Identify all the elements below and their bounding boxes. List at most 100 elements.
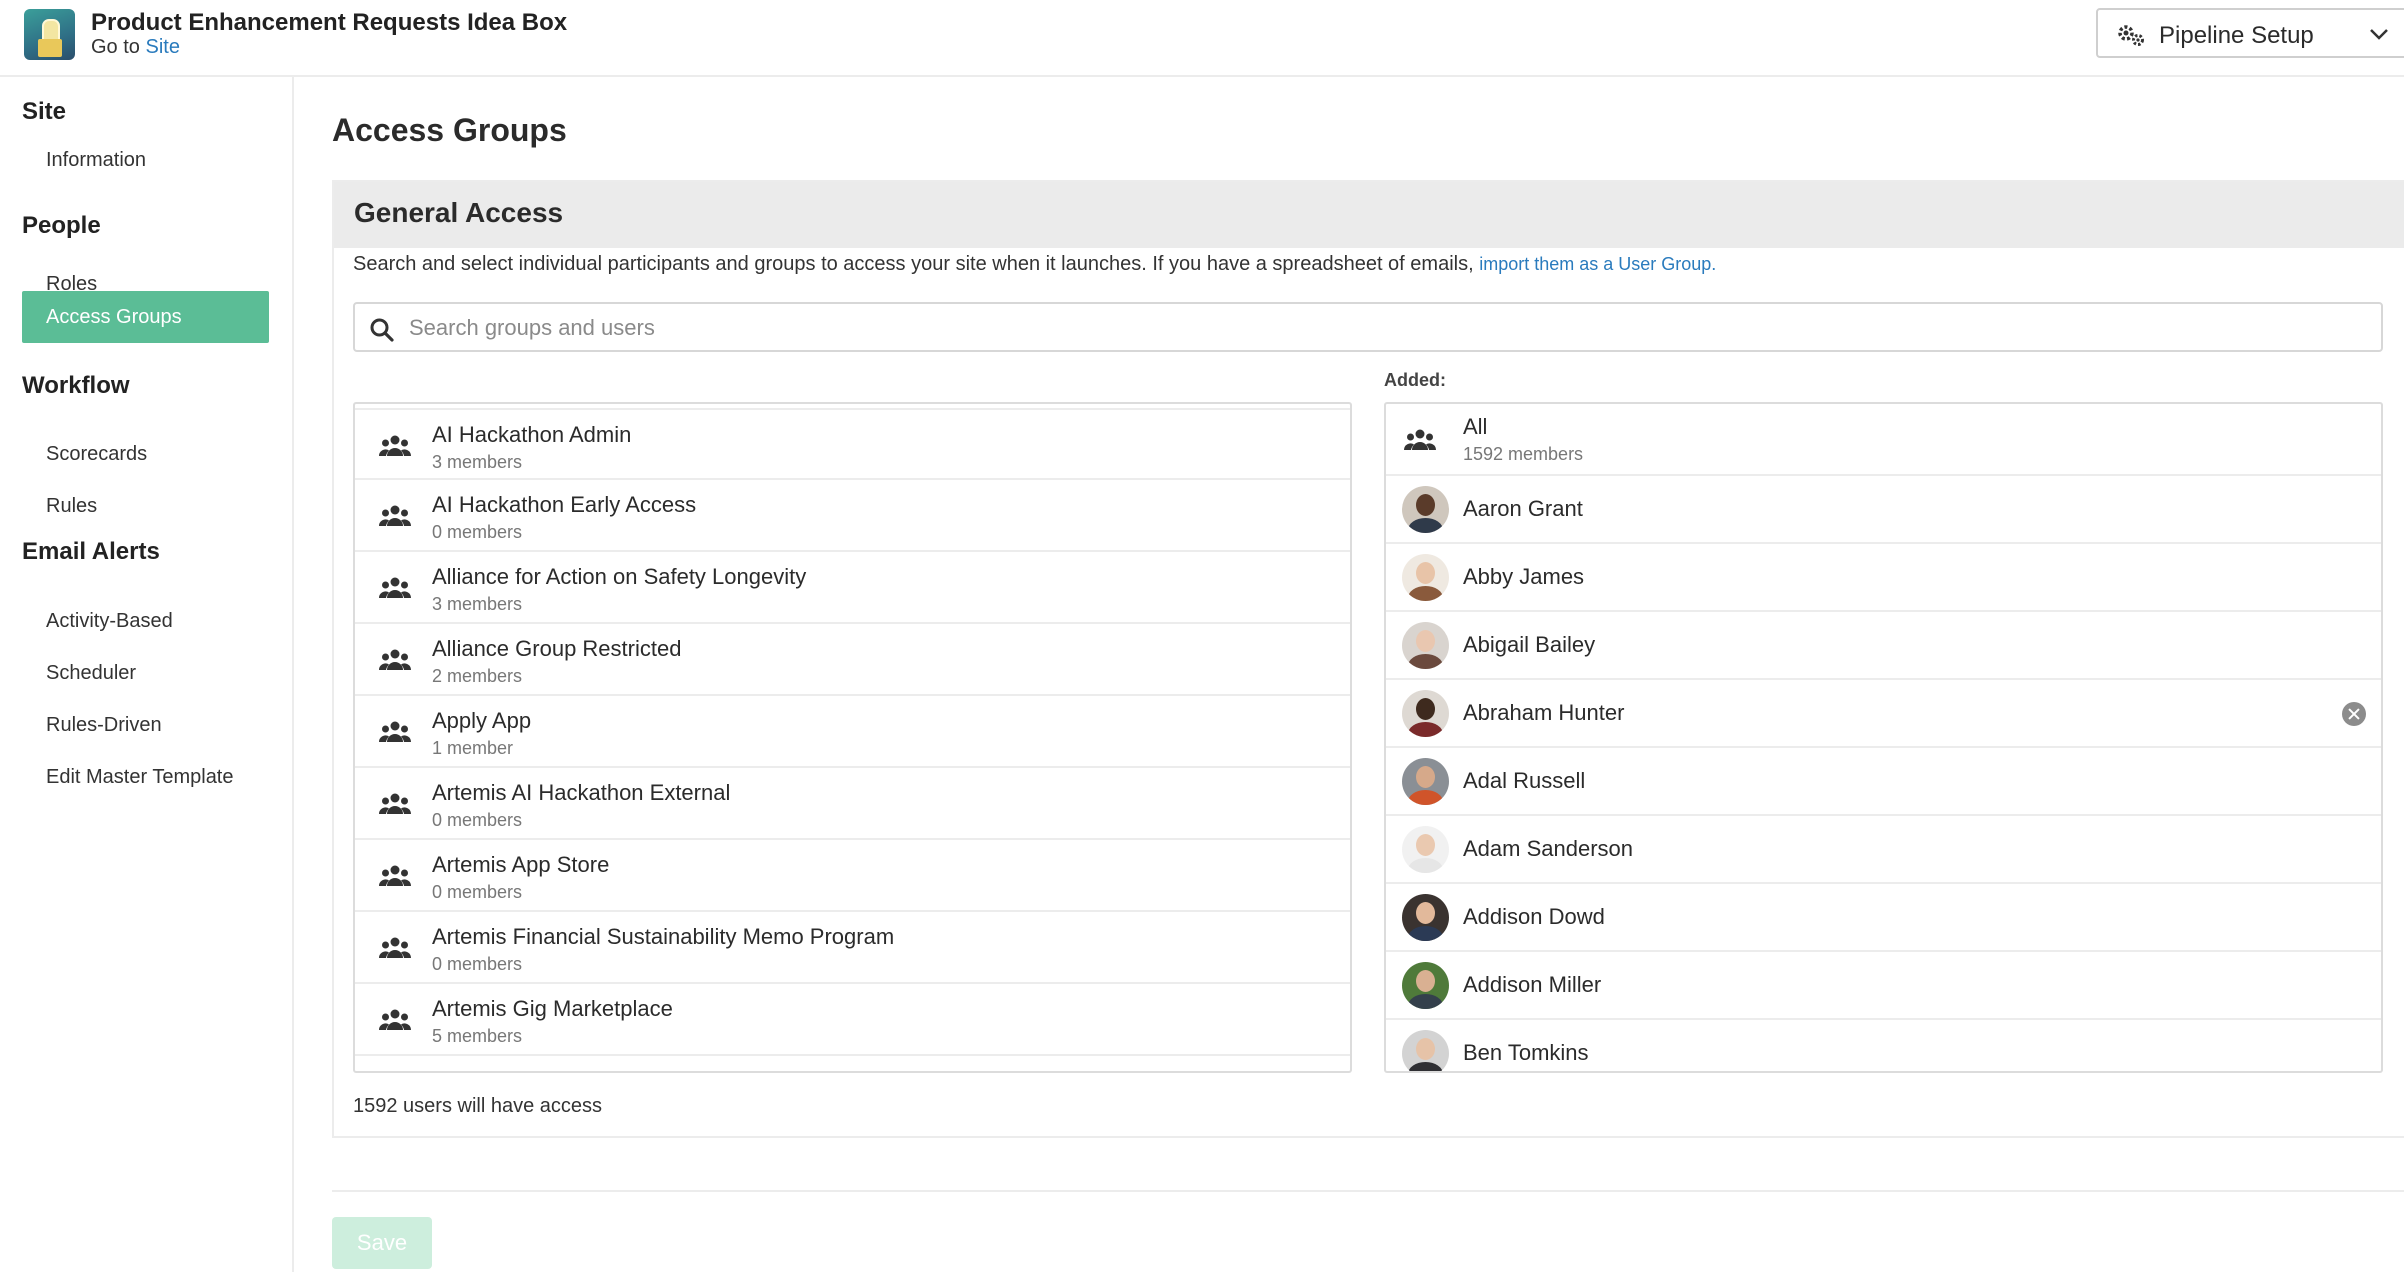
avatar — [1402, 758, 1449, 805]
group-row[interactable]: AI Hackathon Admin 3 members — [355, 408, 1350, 480]
user-name: Abby James — [1463, 564, 1585, 589]
added-user-row[interactable]: Abraham Hunter — [1386, 680, 2381, 748]
avatar — [1402, 690, 1449, 737]
added-user-row[interactable]: Addison Miller — [1386, 952, 2381, 1020]
sidebar-item-rules[interactable]: Rules — [22, 480, 269, 532]
group-name: Alliance for Action on Safety Longevity — [432, 564, 807, 589]
gears-icon — [2118, 25, 2144, 46]
group-name: Artemis AI Hackathon External — [432, 780, 731, 805]
search-box — [353, 302, 2383, 352]
group-member-count: 0 members — [432, 954, 523, 974]
search-icon — [370, 318, 394, 342]
group-icon — [378, 504, 412, 528]
group-name: Apply App — [432, 708, 532, 733]
group-row[interactable]: Artemis App Store 0 members — [355, 840, 1350, 912]
sidebar-item-rules-driven[interactable]: Rules-Driven — [22, 699, 269, 751]
avatar — [1402, 826, 1449, 873]
group-icon — [378, 1008, 412, 1032]
user-name: Ben Tomkins — [1463, 1040, 1589, 1065]
user-name: Addison Miller — [1463, 972, 1602, 997]
goto-prefix: Go to — [91, 36, 140, 58]
sidebar-heading-workflow: Workflow — [22, 372, 130, 399]
group-icon — [1404, 428, 1436, 452]
group-row[interactable]: Artemis Financial Sustainability Memo Pr… — [355, 912, 1350, 984]
group-name: Artemis App Store — [432, 852, 610, 877]
sidebar-item-scorecards[interactable]: Scorecards — [22, 428, 269, 480]
access-count: 1592 users will have access — [353, 1095, 603, 1117]
avatar — [1402, 894, 1449, 941]
description: Search and select individual participant… — [353, 253, 1716, 276]
group-member-count: 5 members — [432, 1026, 523, 1046]
group-icon — [378, 864, 412, 888]
group-icon — [378, 434, 412, 458]
group-row[interactable]: AI Hackathon Early Access 0 members — [355, 480, 1350, 552]
sidebar-item-activity-based[interactable]: Activity-Based — [22, 595, 269, 647]
sidebar-item-information[interactable]: Information — [22, 134, 269, 186]
group-member-count: 2 members — [432, 666, 523, 686]
site-title: Product Enhancement Requests Idea Box — [91, 9, 568, 36]
group-row[interactable]: Alliance for Action on Safety Longevity 3… — [355, 552, 1350, 624]
card-header: General Access — [334, 182, 2404, 248]
divider — [332, 1190, 2404, 1192]
user-name: Adam Sanderson — [1463, 836, 1633, 861]
card-title: General Access — [354, 197, 564, 228]
import-user-group-link[interactable]: import them as a User Group. — [1479, 254, 1716, 274]
group-row[interactable]: Apply App 1 member — [355, 696, 1350, 768]
group-member-count: 0 members — [432, 882, 523, 902]
group-name: Artemis Financial Sustainability Memo Pr… — [432, 924, 895, 949]
pipeline-setup-label: Pipeline Setup — [2159, 22, 2314, 49]
goto-site-link[interactable]: Site — [145, 36, 179, 58]
available-groups-list[interactable]: AI Hackathon Admin 3 members AI Hackathon … — [353, 402, 1352, 1073]
avatar — [1402, 486, 1449, 533]
sidebar-heading-email-alerts: Email Alerts — [22, 538, 160, 565]
group-icon — [378, 720, 412, 744]
sidebar-heading-people: People — [22, 212, 101, 239]
group-row[interactable]: Alliance Group Restricted 2 members — [355, 624, 1350, 696]
group-member-count: 3 members — [432, 594, 523, 614]
top-bar: Product Enhancement Requests Idea Box Go… — [0, 0, 2404, 77]
group-icon — [378, 936, 412, 960]
added-user-row[interactable]: Adam Sanderson — [1386, 816, 2381, 884]
group-member-count: 1 member — [432, 738, 514, 758]
added-user-row[interactable]: Abby James — [1386, 544, 2381, 612]
avatar — [1402, 1030, 1449, 1071]
avatar — [1402, 554, 1449, 601]
added-user-row[interactable]: Ben Tomkins — [1386, 1020, 2381, 1071]
sidebar-item-edit-master-template[interactable]: Edit Master Template — [22, 751, 269, 803]
remove-icon[interactable] — [2342, 702, 2366, 726]
search-input[interactable] — [407, 310, 2311, 346]
group-name: AI Hackathon Admin — [432, 422, 632, 447]
site-logo — [24, 9, 75, 60]
group-name: AI Hackathon Early Access — [432, 492, 697, 517]
added-user-row[interactable]: Abigail Bailey — [1386, 612, 2381, 680]
user-name: Addison Dowd — [1463, 904, 1605, 929]
added-list[interactable]: All 1592 members Aaron Grant Abby James Abig… — [1384, 402, 2383, 1073]
user-name: Aaron Grant — [1463, 496, 1583, 521]
pipeline-setup-dropdown[interactable]: Pipeline Setup — [2096, 8, 2404, 58]
group-icon — [378, 576, 412, 600]
added-user-row[interactable]: Addison Dowd — [1386, 884, 2381, 952]
group-member-count: 3 members — [432, 452, 523, 472]
sidebar-item-access-groups[interactable]: Access Groups — [22, 291, 269, 343]
added-group-row[interactable]: All 1592 members — [1386, 404, 2381, 476]
added-label: Added: — [1384, 370, 1446, 390]
avatar — [1402, 622, 1449, 669]
user-name: Abraham Hunter — [1463, 700, 1625, 725]
group-row[interactable]: Artemis AI Hackathon External 0 members — [355, 768, 1350, 840]
group-member-count: 0 members — [432, 810, 523, 830]
sidebar-heading-site: Site — [22, 98, 67, 125]
group-name: Alliance Group Restricted — [432, 636, 682, 661]
goto-site: Go to Site — [91, 36, 180, 59]
group-name: All — [1463, 414, 1488, 439]
added-user-row[interactable]: Adal Russell — [1386, 748, 2381, 816]
added-user-row[interactable]: Aaron Grant — [1386, 476, 2381, 544]
group-member-count: 0 members — [432, 522, 523, 542]
group-icon — [378, 792, 412, 816]
group-row[interactable]: Artemis Gig Marketplace 5 members — [355, 984, 1350, 1056]
sidebar-item-scheduler[interactable]: Scheduler — [22, 647, 269, 699]
group-member-count: 1592 members — [1463, 444, 1584, 464]
group-icon — [378, 648, 412, 672]
page-title: Access Groups — [332, 112, 567, 148]
save-button[interactable]: Save — [332, 1217, 432, 1269]
group-name: Artemis Gig Marketplace — [432, 996, 673, 1021]
